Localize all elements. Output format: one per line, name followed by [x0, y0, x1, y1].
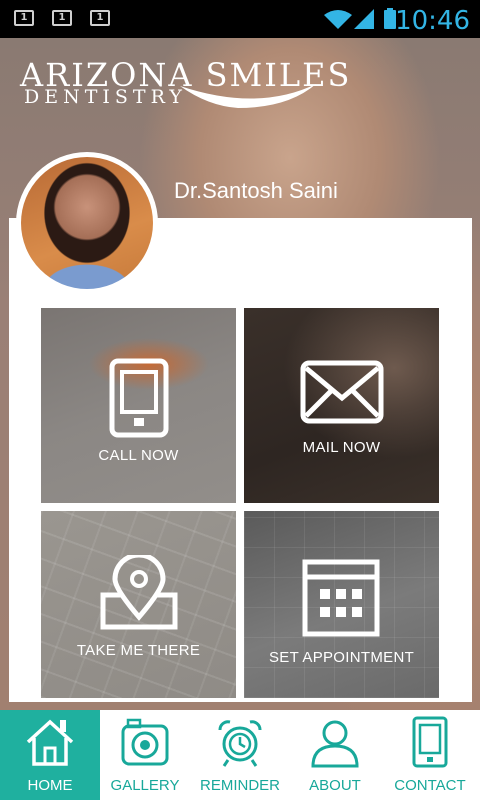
nav-reminder[interactable]: REMINDER	[190, 710, 290, 800]
mail-now-label: MAIL NOW	[302, 439, 381, 456]
person-icon	[311, 720, 359, 768]
status-bar: 1 1 1 10:46	[0, 0, 480, 38]
camera-icon	[121, 718, 169, 766]
notification-icon: 1	[52, 10, 72, 26]
home-icon	[26, 719, 74, 766]
logo-line-2: DENTISTRY	[24, 86, 187, 108]
nav-home[interactable]: HOME	[0, 710, 100, 800]
take-me-there-tile[interactable]: TAKE ME THERE	[41, 511, 236, 698]
take-me-there-label: TAKE ME THERE	[76, 642, 201, 659]
wifi-icon	[324, 10, 352, 29]
alarm-clock-icon	[218, 720, 262, 767]
nav-reminder-label: REMINDER	[199, 777, 280, 794]
set-appointment-label: SET APPOINTMENT	[268, 649, 415, 666]
doctor-avatar	[16, 152, 158, 294]
signal-icon	[354, 9, 374, 29]
brand-logo: ARIZONA SMILES DENTISTRY	[18, 56, 349, 108]
nav-home-label: HOME	[27, 777, 73, 794]
status-icons	[324, 8, 396, 29]
mail-now-tile[interactable]: MAIL NOW	[244, 308, 439, 503]
nav-gallery-label: GALLERY	[110, 777, 180, 794]
doctor-photo	[21, 157, 153, 289]
nav-about[interactable]: ABOUT	[290, 710, 380, 800]
smile-swoosh-icon	[180, 84, 316, 108]
bottom-navigation: HOME GALLERY REMINDER ABOUT CONTACT	[0, 710, 480, 800]
notification-icon: 1	[90, 10, 110, 26]
nav-about-label: ABOUT	[309, 777, 361, 794]
nav-gallery[interactable]: GALLERY	[100, 710, 190, 800]
call-now-tile[interactable]: CALL NOW	[41, 308, 236, 503]
map-pin-icon	[100, 555, 178, 630]
calendar-icon	[302, 559, 380, 637]
call-now-label: CALL NOW	[98, 447, 179, 464]
nav-contact-label: CONTACT	[394, 777, 466, 794]
envelope-icon	[300, 360, 384, 424]
nav-contact[interactable]: CONTACT	[380, 710, 480, 800]
set-appointment-tile[interactable]: SET APPOINTMENT	[244, 511, 439, 698]
clock: 10:46	[395, 6, 470, 36]
phone-icon	[412, 716, 448, 768]
phone-icon	[109, 358, 169, 438]
doctor-name: Dr.Santosh Saini	[174, 178, 338, 203]
notification-icon: 1	[14, 10, 34, 26]
